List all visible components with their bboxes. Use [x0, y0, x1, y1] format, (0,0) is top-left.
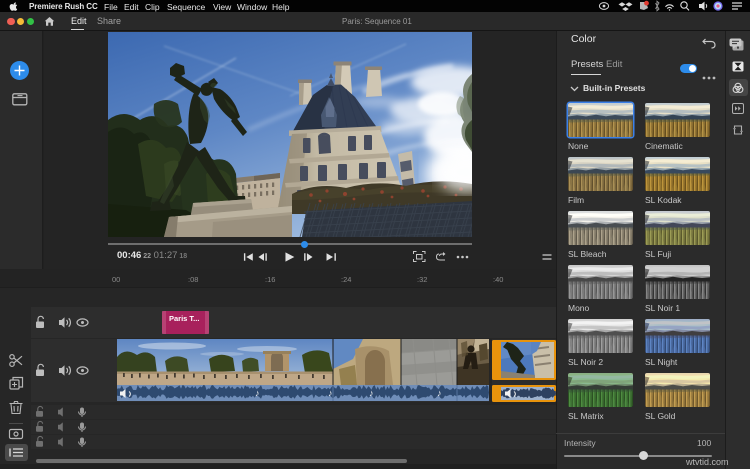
svg-text:♪: ♪ [328, 388, 333, 398]
svg-text:♪: ♪ [369, 388, 374, 398]
svg-text:♪: ♪ [437, 388, 442, 398]
svg-text:♪: ♪ [255, 388, 260, 398]
